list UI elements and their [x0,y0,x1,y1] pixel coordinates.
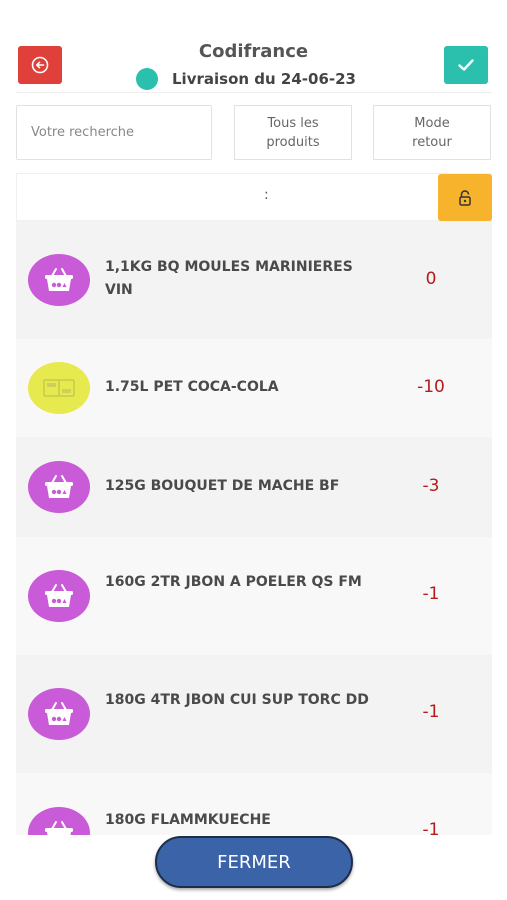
product-quantity: -1 [422,584,440,604]
product-quantity: -3 [422,476,440,496]
product-name: 180G 4TR JBON CUI SUP TORC DD [105,692,369,708]
product-quantity: -1 [422,702,440,722]
product-image [28,362,90,414]
check-icon [458,59,474,71]
search-input[interactable] [17,106,211,159]
delivery-date: Livraison du 24-06-23 [172,70,356,88]
lock-button[interactable] [438,174,492,221]
product-name: 125G BOUQUET DE MACHE BF [105,478,340,494]
list-item[interactable]: 180G FLAMMKUECHE -1 [16,773,492,835]
list-item[interactable]: 180G 4TR JBON CUI SUP TORC DD -1 [16,655,492,773]
page-title: Codifrance [198,41,309,62]
basket-icon [28,807,90,835]
product-name: 1,1KG BQ MOULES MARINIERES VIN [105,259,353,298]
close-button[interactable]: FERMER [155,836,353,888]
product-name: 1.75L PET COCA-COLA [105,379,279,395]
all-products-button[interactable]: Tous les produits [234,105,352,160]
basket-icon [28,461,90,513]
basket-icon [28,254,90,306]
basket-icon [28,570,90,622]
filter-bar[interactable]: : [16,173,492,221]
list-item[interactable]: 125G BOUQUET DE MACHE BF -3 [16,437,492,537]
header-divider [16,92,492,93]
status-dot [136,68,158,90]
product-list: 1,1KG BQ MOULES MARINIERES VIN 0 1.75L P… [16,221,492,835]
confirm-button[interactable] [444,46,488,84]
product-name: 180G FLAMMKUECHE [105,812,271,828]
lock-icon [459,189,471,206]
product-quantity: 0 [425,269,437,289]
app-header: Codifrance Livraison du 24-06-23 [0,36,507,92]
list-item[interactable]: 1,1KG BQ MOULES MARINIERES VIN 0 [16,221,492,339]
delivery-info: Livraison du 24-06-23 [136,68,356,90]
list-item[interactable]: 1.75L PET COCA-COLA -10 [16,339,492,437]
product-quantity: -1 [422,820,440,835]
product-name: 160G 2TR JBON A POELER QS FM [105,574,362,590]
list-item[interactable]: 160G 2TR JBON A POELER QS FM -1 [16,537,492,655]
search-box [16,105,212,160]
return-mode-button[interactable]: Mode retour [373,105,491,160]
filter-text: : [264,187,269,203]
product-quantity: -10 [417,377,445,397]
basket-icon [28,688,90,740]
